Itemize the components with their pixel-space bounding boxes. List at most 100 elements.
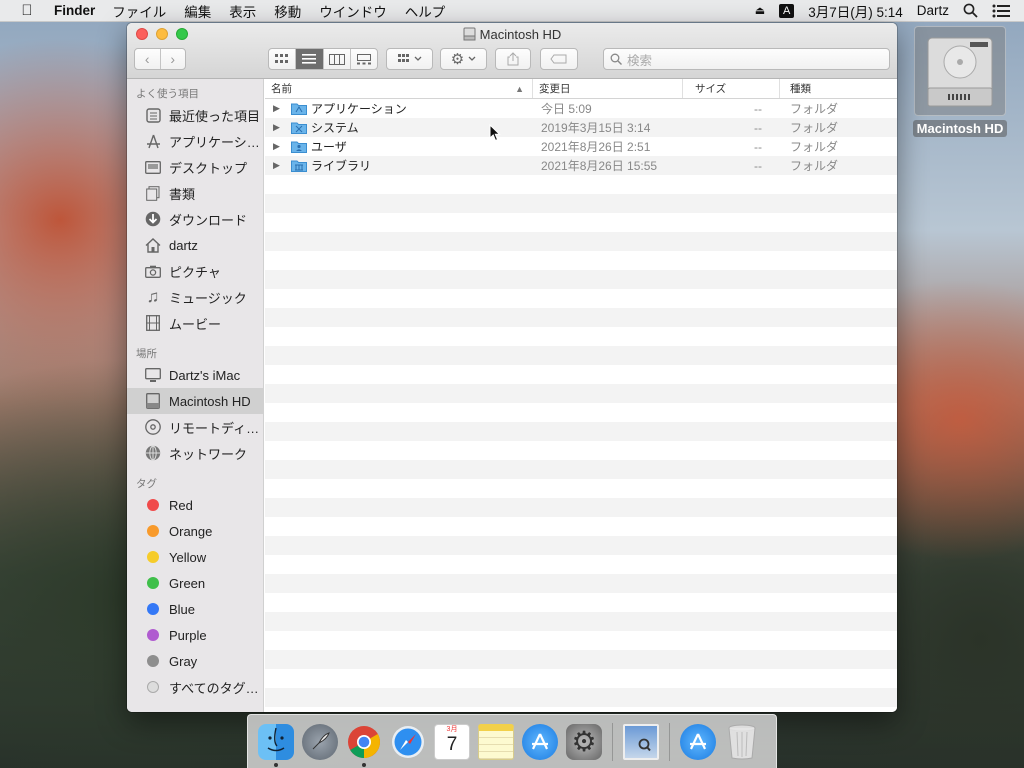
menu-file[interactable]: ファイル [103,1,175,21]
tag-button[interactable] [540,48,578,70]
file-name: システム [311,121,359,135]
menu-window[interactable]: ウインドウ [310,1,396,21]
sidebar-tag-orange[interactable]: Orange [127,518,263,544]
input-source-icon[interactable]: A [779,3,795,18]
file-name: アプリケーション [311,102,407,116]
tag-dot-icon [147,525,159,537]
menu-go[interactable]: 移動 [265,1,310,21]
sidebar-item-label: Dartz's iMac [169,367,241,383]
table-row[interactable]: ▶ ユーザ 2021年8月26日 2:51 -- フォルダ [265,137,897,156]
dock-preview-icon[interactable] [623,723,659,760]
sidebar-item-label: ダウンロード [169,212,248,228]
sidebar-item-label: Red [169,497,193,513]
dock-notes-icon[interactable] [478,723,514,760]
table-row[interactable]: ▶ システム 2019年3月15日 3:14 -- フォルダ [265,118,897,137]
sidebar-item-network[interactable]: ネットワーク [127,440,263,466]
menu-view[interactable]: 表示 [220,1,265,21]
sidebar-item-movies[interactable]: ムービー [127,310,263,336]
sidebar-item-label: 最近使った項目 [169,108,261,124]
dock-downloads-stack-icon[interactable] [680,723,716,760]
file-size: -- [754,139,762,154]
file-list: 名前 ▲ 変更日 サイズ 種類 ▶ アプリケーション 今日 5:09 -- フォル… [265,79,897,712]
list-view-button[interactable] [296,49,324,69]
apple-menu-icon[interactable]:  [16,2,38,19]
dock-launchpad-icon[interactable] [302,723,338,760]
file-kind: フォルダ [790,140,839,154]
sidebar-item-label: 書類 [169,186,196,202]
table-row[interactable]: ▶ ライブラリ 2021年8月26日 15:55 -- フォルダ [265,156,897,175]
sidebar-tag-green[interactable]: Green [127,570,263,596]
sidebar-item-home[interactable]: dartz [127,232,263,258]
sidebar-item-documents[interactable]: 書類 [127,180,263,206]
back-button[interactable]: ‹ [135,49,161,69]
sidebar-tag-red[interactable]: Red [127,492,263,518]
search-field[interactable]: 検索 [603,48,890,70]
file-kind: フォルダ [790,102,839,116]
sidebar-section-tags: タグ [136,478,157,490]
sidebar-item-label: ネットワーク [169,446,248,462]
disclosure-triangle-icon[interactable]: ▶ [273,103,291,114]
downloads-icon [145,211,161,227]
disclosure-triangle-icon[interactable]: ▶ [273,141,291,152]
forward-button[interactable]: › [161,49,186,69]
menu-clock[interactable]: 3月7日(月) 5:14 [808,1,903,21]
dock-system-preferences-icon[interactable]: ⚙ [566,723,602,760]
film-icon [145,315,161,331]
column-name-header[interactable]: 名前 ▲ [265,79,533,98]
sidebar-tag-yellow[interactable]: Yellow [127,544,263,570]
share-button[interactable] [495,48,531,70]
sidebar-item-label: Orange [169,523,213,539]
table-row[interactable]: ▶ アプリケーション 今日 5:09 -- フォルダ [265,99,897,118]
sidebar-item-desktop[interactable]: デスクトップ [127,154,263,180]
column-kind-header[interactable]: 種類 [780,79,897,98]
menu-user[interactable]: Dartz [917,3,949,18]
icon-view-button[interactable] [269,49,297,69]
dock-app-store-icon[interactable] [522,723,558,760]
spotlight-search-icon[interactable] [963,3,978,18]
file-size: -- [754,120,762,135]
sidebar-item-label: ムービー [169,316,222,332]
app-menu-finder[interactable]: Finder [54,3,95,18]
sidebar-item-applications[interactable]: アプリケーシ… [127,128,263,154]
disclosure-triangle-icon[interactable]: ▶ [273,122,291,133]
dock-calendar-icon[interactable]: 3月 7 [434,723,470,760]
action-gear-button[interactable]: ⚙ [440,48,487,70]
notification-center-icon[interactable] [992,4,1010,18]
column-size-header[interactable]: サイズ [683,79,780,98]
column-label: 種類 [790,83,811,95]
hard-drive-icon [145,393,161,409]
eject-icon[interactable]: ⏏ [755,4,765,17]
sidebar-item-remote-disc[interactable]: リモートディ… [127,414,263,440]
file-modified: 2019年3月15日 3:14 [541,121,651,135]
sidebar-item-imac[interactable]: Dartz's iMac [127,362,263,388]
tag-dot-icon [147,655,159,667]
sidebar-item-recents[interactable]: 最近使った項目 [127,102,263,128]
desktop-macintosh-hd[interactable]: Macintosh HD [912,26,1008,137]
dock-finder-icon[interactable] [258,723,294,767]
column-modified-header[interactable]: 変更日 [533,79,683,98]
dock-trash-icon[interactable] [724,724,760,760]
menu-edit[interactable]: 編集 [175,1,220,21]
sidebar-tag-blue[interactable]: Blue [127,596,263,622]
dock-safari-icon[interactable] [390,724,426,760]
sidebar-item-pictures[interactable]: ピクチャ [127,258,263,284]
menu-help[interactable]: ヘルプ [396,1,455,21]
gear-icon: ⚙ [571,725,597,757]
sidebar-item-label: Macintosh HD [169,393,251,409]
dock-chrome-icon[interactable] [346,724,382,767]
sidebar-tag-purple[interactable]: Purple [127,622,263,648]
title-bar[interactable]: Macintosh HD ‹ › ⚙ 検索 [127,23,897,79]
column-view-button[interactable] [324,49,351,69]
menu-bar:  Finder ファイル 編集 表示 移動 ウインドウ ヘルプ ⏏ A 3月7… [0,0,1024,22]
sidebar-all-tags[interactable]: すべてのタグ… [127,674,263,700]
file-size: -- [754,158,762,173]
arrange-button[interactable] [386,48,433,70]
sidebar-tag-gray[interactable]: Gray [127,648,263,674]
cover-flow-view-button[interactable] [351,49,377,69]
sidebar-item-music[interactable]: ♫ ミュージック [127,284,263,310]
sidebar-item-downloads[interactable]: ダウンロード [127,206,263,232]
sidebar-item-macintosh-hd[interactable]: Macintosh HD [127,388,263,414]
disclosure-triangle-icon[interactable]: ▶ [273,160,291,171]
sidebar-item-label: dartz [169,237,198,253]
tag-dot-icon [147,551,159,563]
